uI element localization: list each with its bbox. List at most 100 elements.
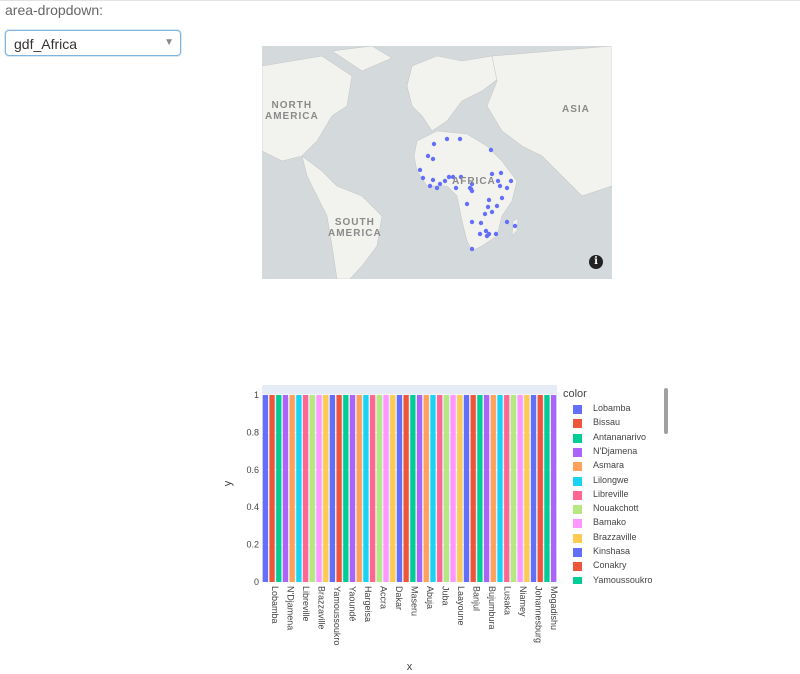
- map-point[interactable]: [488, 147, 494, 153]
- map-point[interactable]: [512, 223, 518, 229]
- area-dropdown[interactable]: gdf_Africa ▼: [5, 30, 181, 56]
- x-tick-label: Brazzaville: [316, 586, 326, 630]
- map-point[interactable]: [489, 209, 495, 215]
- bar[interactable]: [396, 395, 403, 582]
- bar[interactable]: [450, 395, 456, 582]
- bar[interactable]: [530, 395, 537, 582]
- bar[interactable]: [510, 395, 517, 582]
- bar[interactable]: [349, 395, 356, 582]
- bar[interactable]: [282, 395, 289, 582]
- bar[interactable]: [309, 395, 315, 582]
- map-point[interactable]: [434, 185, 440, 191]
- map-point[interactable]: [427, 183, 433, 189]
- bar[interactable]: [443, 395, 449, 582]
- map-point[interactable]: [430, 156, 436, 162]
- x-tick-label: Lusaka: [503, 586, 513, 615]
- map-point[interactable]: [482, 211, 488, 217]
- map-point[interactable]: [508, 178, 514, 184]
- bar[interactable]: [551, 395, 557, 582]
- bar[interactable]: [517, 395, 523, 582]
- map-point[interactable]: [497, 183, 503, 189]
- map-point[interactable]: [431, 141, 437, 147]
- legend-scrollbar[interactable]: [664, 388, 668, 434]
- map-point[interactable]: [469, 219, 475, 225]
- map-point[interactable]: [457, 136, 463, 142]
- bar[interactable]: [276, 395, 282, 582]
- bar[interactable]: [544, 395, 550, 582]
- map-label-africa: AFRICA: [452, 176, 496, 187]
- bar[interactable]: [416, 395, 423, 582]
- map-point[interactable]: [478, 220, 484, 226]
- map-point[interactable]: [504, 185, 510, 191]
- bar[interactable]: [370, 395, 376, 582]
- africa-scatter-map[interactable]: NORTH AMERICA SOUTH AMERICA AFRICA ASIA i: [262, 46, 612, 279]
- bar[interactable]: [470, 395, 476, 582]
- map-point[interactable]: [486, 197, 492, 203]
- map-point[interactable]: [504, 219, 510, 225]
- map-point[interactable]: [494, 203, 500, 209]
- map-point[interactable]: [485, 204, 491, 210]
- info-icon[interactable]: i: [589, 255, 603, 269]
- bar-chart[interactable]: 0 0.2 0.4 0.6 0.8 1 Lobamba N'Djamena Libreville…: [215, 380, 800, 674]
- map-point[interactable]: [498, 170, 504, 176]
- chevron-down-icon[interactable]: ▼: [164, 37, 174, 48]
- legend-swatch: [573, 548, 582, 557]
- map-point[interactable]: [442, 178, 448, 184]
- map-point[interactable]: [493, 231, 499, 237]
- bar[interactable]: [376, 395, 382, 582]
- top-divider: [0, 0, 800, 1]
- bar[interactable]: [390, 395, 396, 582]
- map-point[interactable]: [469, 246, 475, 252]
- map-point[interactable]: [469, 188, 475, 194]
- map-point[interactable]: [417, 167, 423, 173]
- map-point[interactable]: [495, 178, 501, 184]
- bar[interactable]: [430, 395, 436, 582]
- bar[interactable]: [477, 395, 483, 582]
- bar[interactable]: [437, 395, 443, 582]
- legend-label: N'Djamena: [593, 445, 638, 456]
- x-tick-label: Laayoune: [456, 586, 466, 626]
- bar[interactable]: [497, 395, 503, 582]
- x-tick-label: Maseru: [410, 586, 420, 616]
- bar[interactable]: [329, 395, 336, 582]
- map-point[interactable]: [477, 231, 483, 237]
- map-point[interactable]: [420, 175, 426, 181]
- map-point[interactable]: [499, 195, 505, 201]
- bar[interactable]: [289, 395, 295, 582]
- bar[interactable]: [323, 395, 329, 582]
- map-point[interactable]: [444, 136, 450, 142]
- bar[interactable]: [403, 395, 409, 582]
- bar[interactable]: [356, 395, 362, 582]
- bar[interactable]: [423, 395, 429, 582]
- map-point[interactable]: [446, 174, 452, 180]
- legend[interactable]: color Lobamba Bissau Antananarivo N'Djamena…: [563, 388, 663, 584]
- map-point[interactable]: [430, 177, 436, 183]
- bar[interactable]: [537, 395, 543, 582]
- bar[interactable]: [457, 395, 463, 582]
- map-point[interactable]: [425, 153, 431, 159]
- bar[interactable]: [504, 395, 510, 582]
- bar[interactable]: [296, 395, 302, 582]
- map-label-asia: ASIA: [562, 104, 590, 115]
- bar[interactable]: [524, 395, 530, 582]
- bar[interactable]: [316, 395, 322, 582]
- bar[interactable]: [302, 395, 309, 582]
- bar[interactable]: [410, 395, 416, 582]
- map-point[interactable]: [437, 181, 443, 187]
- bar[interactable]: [343, 395, 349, 582]
- bar[interactable]: [363, 395, 369, 582]
- bar[interactable]: [490, 395, 496, 582]
- map-point[interactable]: [484, 233, 490, 239]
- bar[interactable]: [483, 395, 490, 582]
- bar[interactable]: [262, 395, 268, 582]
- legend-swatch: [573, 519, 582, 529]
- bar[interactable]: [463, 395, 470, 582]
- x-tick-label: Yamoussoukro: [332, 586, 342, 645]
- y-axis-title: y: [222, 480, 234, 486]
- legend-label: Yamoussoukro: [593, 574, 653, 584]
- bar[interactable]: [269, 395, 275, 582]
- bar[interactable]: [336, 395, 342, 582]
- bar[interactable]: [383, 395, 389, 582]
- legend-label: Libreville: [593, 488, 629, 499]
- map-point[interactable]: [464, 201, 470, 207]
